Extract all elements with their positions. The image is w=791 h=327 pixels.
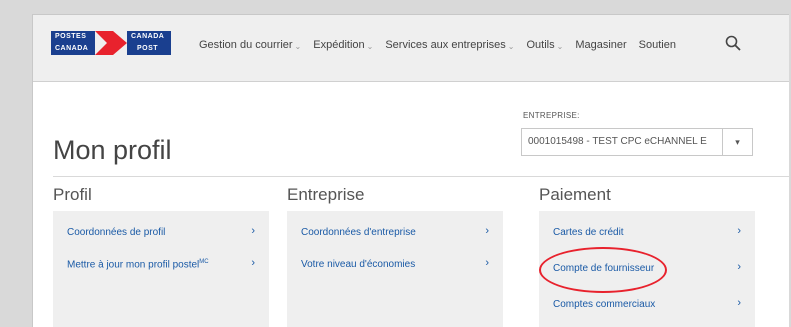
main-nav: Gestion du courrier ⌄ Expédition ⌄ Service… [199, 39, 688, 51]
chevron-right-icon[interactable]: › [251, 225, 255, 237]
nav-item-label: Services aux entreprises [385, 39, 506, 51]
business-label: ENTREPRISE: [523, 111, 580, 120]
nav-item-soutien[interactable]: Soutien [639, 39, 676, 51]
nav-item-expedition[interactable]: Expédition ⌄ [313, 39, 373, 51]
nav-item-services-aux-entreprises[interactable]: Services aux entreprises ⌄ [385, 39, 514, 51]
link-comptes-commerciaux[interactable]: Comptes commerciaux [553, 299, 655, 310]
nav-item-label: Outils [526, 39, 555, 51]
browser-frame: POSTES CANADA CANADA POST Gestion du cou… [32, 14, 789, 327]
canada-post-logo[interactable]: POSTES CANADA CANADA POST [51, 31, 171, 55]
profil-heading: Profil [53, 185, 92, 204]
nav-item-label: Expédition [313, 39, 365, 51]
highlight-circle [539, 247, 667, 293]
chevron-down-icon: ⌄ [556, 42, 564, 51]
page-title: Mon profil [53, 135, 172, 165]
chevron-down-icon: ⌄ [366, 42, 374, 51]
chevron-down-icon: ⌄ [294, 42, 302, 51]
entreprise-heading: Entreprise [287, 185, 365, 204]
business-select[interactable]: 0001015498 - TEST CPC eCHANNEL E [521, 128, 723, 156]
link-coordonnees-entreprise[interactable]: Coordonnées d'entreprise [301, 227, 416, 238]
link-niveau-economies[interactable]: Votre niveau d'économies [301, 259, 415, 270]
chevron-right-icon[interactable]: › [737, 261, 741, 273]
chevron-right-icon[interactable]: › [251, 257, 255, 269]
profil-panel: Coordonnées de profil › Mettre à jour mo… [53, 211, 269, 327]
chevron-right-icon[interactable]: › [737, 297, 741, 309]
nav-item-gestion-du-courrier[interactable]: Gestion du courrier ⌄ [199, 39, 301, 51]
search-icon[interactable] [725, 35, 741, 51]
chevron-down-icon: ⌄ [507, 42, 515, 51]
nav-item-magasiner[interactable]: Magasiner [575, 39, 626, 51]
logo-text-bottom-right: POST [137, 45, 159, 52]
paiement-heading: Paiement [539, 185, 611, 204]
logo-chevron-icon [95, 31, 127, 55]
logo-text-bottom-left: CANADA [55, 45, 89, 52]
trademark-mark: MC [199, 259, 209, 265]
chevron-right-icon[interactable]: › [737, 225, 741, 237]
link-mettre-a-jour-profil-postel[interactable]: Mettre à jour mon profil postelMC [67, 259, 209, 270]
logo-text-top-left: POSTES [55, 33, 87, 40]
nav-item-label: Soutien [638, 39, 676, 51]
logo-text-top-right: CANADA [131, 33, 165, 40]
link-label: Mettre à jour mon profil postel [67, 259, 200, 271]
entreprise-panel: Coordonnées d'entreprise › Votre niveau … [287, 211, 503, 327]
chevron-right-icon[interactable]: › [485, 257, 489, 269]
chevron-right-icon[interactable]: › [485, 225, 489, 237]
nav-item-label: Magasiner [575, 39, 627, 51]
nav-item-label: Gestion du courrier [199, 39, 293, 51]
business-select-arrow-icon[interactable]: ▾ [723, 128, 753, 156]
divider [53, 176, 789, 177]
nav-item-outils[interactable]: Outils ⌄ [526, 39, 563, 51]
link-coordonnees-de-profil[interactable]: Coordonnées de profil [67, 227, 165, 238]
site-header: POSTES CANADA CANADA POST Gestion du cou… [33, 15, 789, 82]
link-cartes-de-credit[interactable]: Cartes de crédit [553, 227, 624, 238]
